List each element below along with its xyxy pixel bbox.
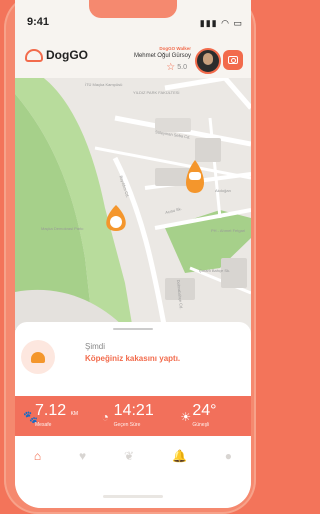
notch	[89, 0, 177, 18]
walker-avatar[interactable]	[195, 48, 221, 74]
camera-button[interactable]	[223, 50, 243, 70]
app-name: DogGO	[46, 48, 88, 62]
stat-label: Mesafe	[35, 422, 52, 428]
phone-screen: 9:41 ▮▮▮ ◠ ▭ DogGO DogGO Walker Mehmet O…	[15, 0, 251, 508]
walker-name: Mehmet Oğul Gürsoy	[133, 53, 191, 59]
top-bar: DogGO DogGO Walker Mehmet Oğul Gürsoy ☆ …	[15, 36, 251, 78]
stat-weather: ☀ 24° Güneşli	[172, 396, 251, 436]
heart-tab-icon[interactable]: ♥	[79, 449, 86, 463]
map-label: Çınarlı Bahçe Sk.	[199, 268, 231, 273]
stat-distance: 🐾 7.12 KM Mesafe	[15, 396, 94, 436]
tab-bar: ⌂ ♥ ❦ 🔔 ●	[15, 438, 251, 474]
stat-unit: KM	[70, 411, 79, 417]
camera-icon	[228, 56, 238, 64]
rating-value: 5.0	[177, 64, 187, 71]
home-tab-icon[interactable]: ⌂	[34, 449, 41, 463]
map-label: Maçka Demokrasi Parkı	[41, 226, 84, 231]
event-time: Şimdi	[85, 342, 106, 351]
sun-icon: ☀	[180, 410, 192, 424]
map-label: PH - Ahmet Fetgari	[211, 228, 246, 233]
map-label: YILDIZ PARK FAKÜLTESİ	[133, 90, 180, 95]
event-text: Köpeğiniz kakasını yaptı.	[85, 354, 181, 363]
star-icon: ☆	[166, 62, 176, 73]
system-icons: ▮▮▮ ◠ ▭	[199, 18, 243, 28]
status-time: 9:41	[27, 16, 50, 28]
stat-label: Güneşli	[192, 422, 210, 428]
map-label: İTÜ Maçka Kampüsü	[85, 82, 123, 87]
stat-value: 14:21	[113, 402, 154, 419]
logo-icon	[25, 48, 43, 62]
walker-role: DogGO Walker	[159, 46, 191, 51]
event-icon-circle	[21, 340, 55, 374]
poop-icon	[31, 351, 45, 363]
home-indicator	[103, 495, 163, 498]
user-tab-icon[interactable]: ●	[225, 449, 232, 463]
sheet-handle[interactable]	[113, 328, 153, 330]
stats-bar: 🐾 7.12 KM Mesafe ◔ 14:21 Geçen Süre ☀ 24…	[15, 396, 251, 436]
bell-tab-icon[interactable]: 🔔	[172, 449, 187, 463]
map-view[interactable]: İTÜ Maçka Kampüsü YILDIZ PARK FAKÜLTESİ …	[15, 78, 251, 330]
stat-value: 7.12 KM	[35, 402, 79, 419]
app-logo: DogGO	[25, 48, 88, 62]
walker-rating: ☆ 5.0	[166, 62, 187, 73]
stat-duration: ◔ 14:21 Geçen Süre	[94, 396, 173, 436]
stat-value: 24°	[192, 402, 217, 419]
walk-marker[interactable]	[15, 78, 251, 330]
clock-icon: ◔	[101, 410, 109, 424]
status-bar: 9:41 ▮▮▮ ◠ ▭	[15, 0, 251, 36]
avatar-face	[203, 53, 213, 65]
paw-tab-icon[interactable]: ❦	[124, 449, 134, 463]
map-label: Akdoğan	[215, 188, 231, 193]
stat-label: Geçen Süre	[113, 422, 141, 428]
